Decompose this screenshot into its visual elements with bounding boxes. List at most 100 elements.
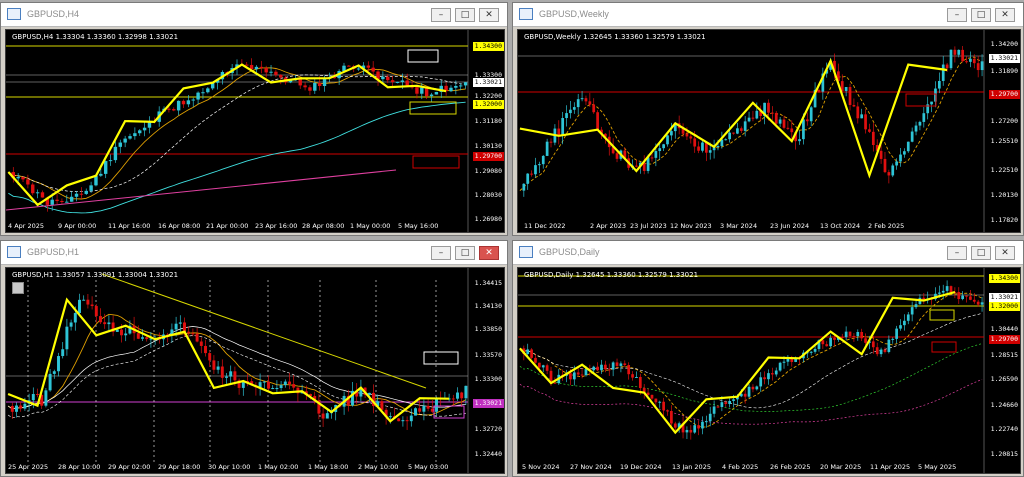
time-label: 21 Apr 00:00: [206, 222, 249, 230]
close-button[interactable]: ✕: [995, 246, 1015, 260]
time-label: 3 Mar 2024: [720, 222, 758, 230]
chart-window-weekly[interactable]: GBPUSD,Weekly – □ ✕ GBPUSD,Weekly 1.3264…: [512, 2, 1024, 236]
time-label: 4 Feb 2025: [722, 463, 759, 471]
price-label: 1.34415: [474, 279, 502, 287]
price-label: 1.34300: [988, 274, 1020, 283]
time-label: 16 Apr 08:00: [158, 222, 201, 230]
price-label: 1.32000: [472, 100, 504, 109]
maximize-button[interactable]: □: [971, 246, 991, 260]
time-label: 5 May 2025: [918, 463, 957, 471]
price-label: 1.33570: [474, 351, 502, 359]
price-label: 1.20815: [990, 450, 1018, 458]
price-label: 1.28515: [990, 351, 1018, 359]
chart-window-icon: [7, 8, 21, 20]
time-label: 30 Apr 10:00: [208, 463, 251, 471]
time-label: 5 Nov 2024: [522, 463, 560, 471]
price-label: 1.20130: [990, 191, 1018, 199]
time-label: 20 Mar 2025: [820, 463, 862, 471]
time-label: 5 May 16:00: [398, 222, 439, 230]
price-label: 1.29700: [472, 152, 504, 161]
title-bar[interactable]: GBPUSD,Weekly – □ ✕: [513, 3, 1023, 27]
chart-window-icon: [519, 246, 533, 258]
close-button[interactable]: ✕: [479, 8, 499, 22]
trade-panel-icon[interactable]: [12, 282, 24, 294]
maximize-button[interactable]: □: [455, 8, 475, 22]
price-label: 1.29700: [988, 335, 1020, 344]
time-label: 1 May 02:00: [258, 463, 299, 471]
price-label: 1.30130: [474, 142, 502, 150]
chart-window-h1[interactable]: GBPUSD,H1 – □ ✕ GBPUSD,H1 1.33057 1.3309…: [0, 240, 508, 477]
chart-window-icon: [519, 8, 533, 20]
price-chart[interactable]: GBPUSD,H1 1.33057 1.33091 1.33004 1.3302…: [5, 267, 505, 474]
price-label: 1.33021: [472, 399, 504, 408]
price-label: 1.22740: [990, 425, 1018, 433]
price-label: 1.28030: [474, 191, 502, 199]
chart-window-icon: [7, 246, 21, 258]
price-chart[interactable]: GBPUSD,H4 1.33304 1.33360 1.32998 1.3302…: [5, 29, 505, 233]
time-label: 12 Nov 2023: [670, 222, 712, 230]
chart-window-h4[interactable]: GBPUSD,H4 – □ ✕ GBPUSD,H4 1.33304 1.3336…: [0, 2, 508, 236]
time-label: 23 Jun 2024: [770, 222, 810, 230]
time-label: 23 Apr 16:00: [255, 222, 298, 230]
time-label: 5 May 03:00: [408, 463, 449, 471]
title-bar[interactable]: GBPUSD,H1 – □ ✕: [1, 241, 507, 265]
time-label: 11 Apr 16:00: [108, 222, 151, 230]
title-bar[interactable]: GBPUSD,Daily – □ ✕: [513, 241, 1023, 265]
chart-canvas[interactable]: [518, 268, 1021, 474]
price-label: 1.17820: [990, 216, 1018, 224]
price-label: 1.25510: [990, 137, 1018, 145]
price-label: 1.26980: [474, 215, 502, 223]
time-label: 11 Dec 2022: [524, 222, 566, 230]
time-label: 2 Feb 2025: [868, 222, 905, 230]
maximize-button[interactable]: □: [971, 8, 991, 22]
close-button[interactable]: ✕: [995, 8, 1015, 22]
window-title: GBPUSD,H4: [27, 9, 80, 19]
close-button[interactable]: ✕: [479, 246, 499, 260]
chart-canvas[interactable]: [6, 268, 505, 474]
window-title: GBPUSD,Weekly: [539, 9, 609, 19]
minimize-button[interactable]: –: [947, 8, 967, 22]
time-label: 9 Apr 00:00: [58, 222, 97, 230]
time-label: 13 Jan 2025: [672, 463, 711, 471]
price-chart[interactable]: GBPUSD,Daily 1.32645 1.33360 1.32579 1.3…: [517, 267, 1021, 474]
time-label: 1 May 18:00: [308, 463, 349, 471]
price-label: 1.33021: [472, 78, 504, 87]
time-label: 19 Dec 2024: [620, 463, 662, 471]
time-label: 1 May 00:00: [350, 222, 391, 230]
price-label: 1.33300: [474, 375, 502, 383]
price-label: 1.22510: [990, 166, 1018, 174]
price-label: 1.26590: [990, 375, 1018, 383]
symbol-info: GBPUSD,H1 1.33057 1.33091 1.33004 1.3302…: [12, 271, 179, 279]
price-label: 1.27200: [990, 117, 1018, 125]
time-label: 2 Apr 2023: [590, 222, 627, 230]
chart-canvas[interactable]: [518, 30, 1021, 233]
price-chart[interactable]: GBPUSD,Weekly 1.32645 1.33360 1.32579 1.…: [517, 29, 1021, 233]
price-label: 1.34300: [472, 42, 504, 51]
title-bar[interactable]: GBPUSD,H4 – □ ✕: [1, 3, 507, 27]
price-label: 1.29700: [988, 90, 1020, 99]
price-label: 1.30440: [990, 325, 1018, 333]
minimize-button[interactable]: –: [431, 246, 451, 260]
chart-canvas[interactable]: [6, 30, 505, 233]
time-label: 13 Oct 2024: [820, 222, 861, 230]
chart-window-daily[interactable]: GBPUSD,Daily – □ ✕ GBPUSD,Daily 1.32645 …: [512, 240, 1024, 477]
maximize-button[interactable]: □: [455, 246, 475, 260]
minimize-button[interactable]: –: [947, 246, 967, 260]
price-label: 1.29080: [474, 167, 502, 175]
price-label: 1.24660: [990, 401, 1018, 409]
price-label: 1.33021: [988, 293, 1020, 302]
price-label: 1.34200: [990, 40, 1018, 48]
time-label: 23 Jul 2023: [630, 222, 667, 230]
time-label: 28 Apr 10:00: [58, 463, 101, 471]
price-label: 1.32720: [474, 425, 502, 433]
time-label: 29 Apr 02:00: [108, 463, 151, 471]
time-label: 25 Apr 2025: [8, 463, 49, 471]
time-label: 29 Apr 18:00: [158, 463, 201, 471]
price-label: 1.33021: [988, 54, 1020, 63]
price-label: 1.32440: [474, 450, 502, 458]
price-label: 1.31180: [474, 117, 502, 125]
symbol-info: GBPUSD,H4 1.33304 1.33360 1.32998 1.3302…: [12, 33, 179, 41]
minimize-button[interactable]: –: [431, 8, 451, 22]
symbol-info: GBPUSD,Daily 1.32645 1.33360 1.32579 1.3…: [524, 271, 699, 279]
symbol-info: GBPUSD,Weekly 1.32645 1.33360 1.32579 1.…: [524, 33, 706, 41]
